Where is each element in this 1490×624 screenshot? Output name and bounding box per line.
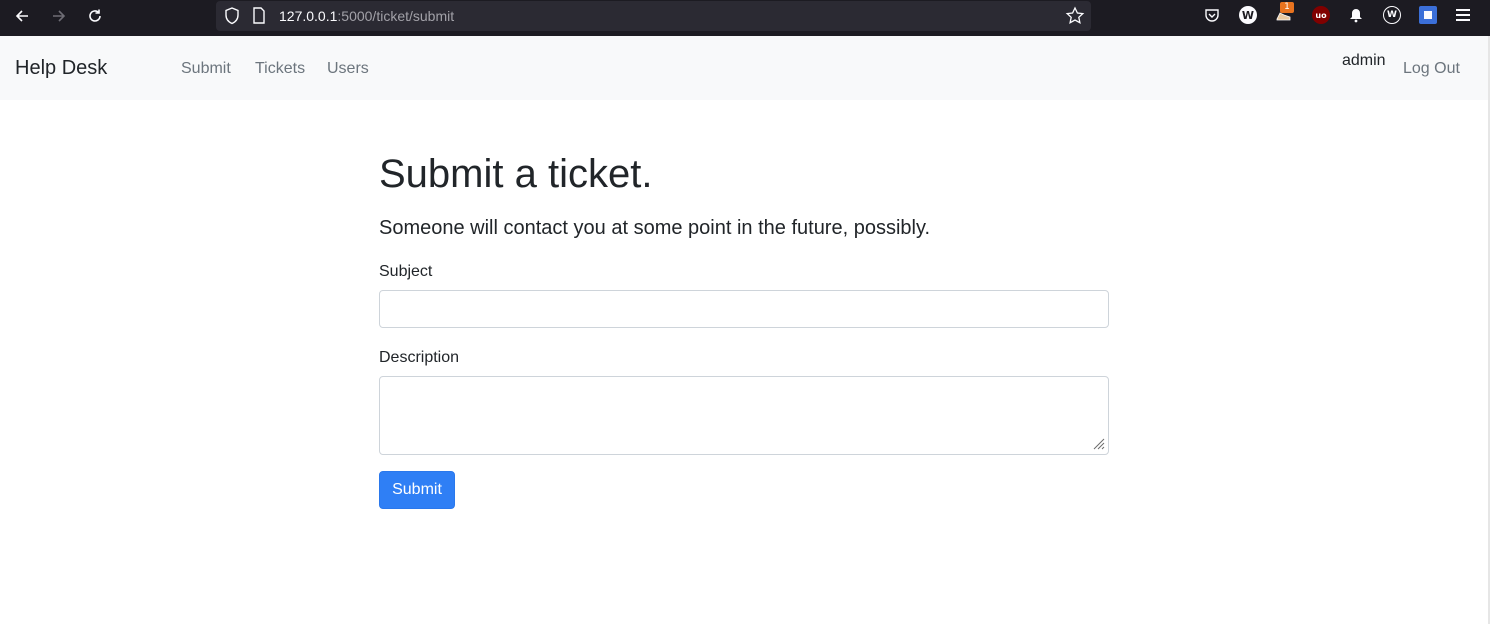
url-text[interactable]: 127.0.0.1:5000/ticket/submit (279, 8, 454, 24)
url-host: 127.0.0.1 (279, 8, 338, 24)
ublock-icon[interactable]: uo (1312, 6, 1330, 24)
nav-link-tickets[interactable]: Tickets (255, 60, 305, 78)
alert-extension-icon[interactable] (1347, 6, 1365, 24)
lead-text: Someone will contact you at some point i… (379, 217, 931, 239)
hamburger-menu-icon[interactable] (1456, 9, 1470, 23)
username-label: admin (1342, 52, 1386, 69)
reload-icon[interactable] (77, 0, 113, 32)
browser-toolbar: 127.0.0.1:5000/ticket/submit W 1 uo W (0, 0, 1490, 36)
back-arrow-icon[interactable] (4, 0, 40, 32)
description-textarea[interactable] (379, 376, 1109, 455)
nav-link-submit[interactable]: Submit (181, 60, 231, 78)
forward-arrow-icon[interactable] (41, 0, 77, 32)
logout-link[interactable]: Log Out (1403, 60, 1460, 78)
submit-button[interactable]: Submit (379, 471, 455, 509)
shield-icon[interactable] (224, 7, 240, 25)
w-extension-icon[interactable]: W (1239, 6, 1257, 24)
description-label: Description (379, 349, 460, 366)
pocket-icon[interactable] (1203, 6, 1221, 24)
bookmark-star-icon[interactable] (1065, 6, 1085, 26)
url-path: :5000/ticket/submit (337, 8, 455, 24)
subject-label: Subject (379, 263, 433, 280)
nav-link-users[interactable]: Users (327, 60, 369, 78)
shield-extension-icon[interactable] (1419, 6, 1437, 24)
page-title: Submit a ticket. (379, 152, 653, 196)
page-icon (252, 7, 266, 24)
brand-link[interactable]: Help Desk (15, 57, 107, 80)
resize-grip-icon[interactable] (1091, 436, 1105, 450)
url-bar[interactable]: 127.0.0.1:5000/ticket/submit (216, 1, 1091, 31)
extension-badge: 1 (1280, 2, 1294, 13)
site-navbar: Help Desk Submit Tickets Users admin Log… (0, 36, 1490, 100)
w-circle-extension-icon[interactable]: W (1383, 6, 1401, 24)
subject-input[interactable] (379, 290, 1109, 328)
